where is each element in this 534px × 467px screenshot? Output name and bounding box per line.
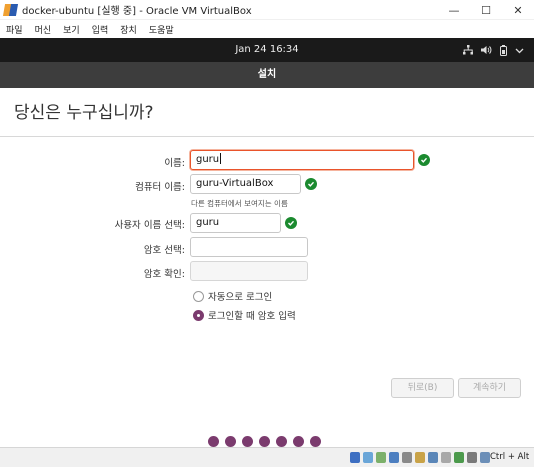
progress-dot (242, 436, 253, 447)
close-button[interactable]: ✕ (502, 0, 534, 20)
mouse-integration-icon[interactable] (467, 452, 477, 463)
computer-name-label: 컴퓨터 이름: (135, 182, 185, 193)
confirm-password-label: 암호 확인: (143, 269, 185, 280)
network-adapter-icon[interactable] (389, 452, 399, 463)
confirm-password-field[interactable] (190, 261, 308, 281)
computer-name-value: guru-VirtualBox (196, 178, 274, 189)
menu-view[interactable]: 보기 (63, 23, 80, 36)
password-field[interactable] (190, 237, 308, 257)
menu-help[interactable]: 도움말 (149, 23, 174, 36)
progress-dots (208, 436, 321, 447)
username-label: 사용자 이름 선택: (114, 220, 185, 231)
name-field[interactable]: guru (190, 150, 414, 170)
computer-name-field[interactable]: guru-VirtualBox (190, 174, 301, 194)
progress-dot (293, 436, 304, 447)
minimize-button[interactable]: — (438, 0, 470, 20)
virtualbox-app-icon (2, 3, 19, 17)
progress-dot (208, 436, 219, 447)
status-icons (350, 452, 490, 463)
host-key-indicator: Ctrl + Alt (490, 452, 530, 462)
progress-dot (276, 436, 287, 447)
require-password-option[interactable]: 로그인할 때 암호 입력 (193, 308, 296, 322)
gnome-top-bar: Jan 24 16:34 (0, 38, 534, 62)
vm-display[interactable]: Jan 24 16:34 설치 당신은 누구십니까? 이름: guru 컴퓨터 … (0, 38, 534, 447)
require-password-radio[interactable] (193, 309, 204, 321)
back-button[interactable]: 뒤로(B) (391, 378, 454, 398)
volume-icon (481, 46, 492, 54)
progress-dot (259, 436, 270, 447)
audio-icon[interactable] (376, 452, 386, 463)
auto-login-option[interactable]: 자동으로 로그인 (193, 289, 272, 303)
keyboard-icon[interactable] (480, 452, 490, 463)
network-icon (463, 45, 473, 55)
text-cursor (220, 153, 222, 164)
name-label: 이름: (164, 158, 185, 169)
auto-login-radio[interactable] (193, 290, 204, 302)
hard-disk-icon[interactable] (350, 452, 360, 463)
divider (0, 136, 534, 137)
recording-icon[interactable] (441, 452, 451, 463)
computer-name-hint: 다른 컴퓨터에서 보여지는 이름 (191, 199, 288, 208)
cpu-activity-icon[interactable] (454, 452, 464, 463)
installer-header: 설치 (0, 62, 534, 88)
auto-login-label: 자동으로 로그인 (208, 292, 273, 303)
require-password-label: 로그인할 때 암호 입력 (208, 311, 296, 322)
page-title: 당신은 누구십니까? (14, 103, 154, 123)
vbox-status-bar: Ctrl + Alt (0, 447, 534, 467)
progress-dot (310, 436, 321, 447)
menu-bar: 파일 머신 보기 입력 장치 도움말 (0, 20, 534, 38)
usb-icon[interactable] (402, 452, 412, 463)
window-title: docker-ubuntu [실행 중] - Oracle VM Virtual… (22, 6, 252, 17)
username-value: guru (196, 217, 220, 228)
password-label: 암호 선택: (143, 245, 185, 256)
menu-machine[interactable]: 머신 (35, 23, 52, 36)
name-valid-check-icon (418, 154, 430, 166)
window-titlebar: docker-ubuntu [실행 중] - Oracle VM Virtual… (0, 0, 534, 20)
menu-devices[interactable]: 장치 (120, 23, 137, 36)
name-value: guru (196, 154, 220, 165)
shared-folders-icon[interactable] (415, 452, 425, 463)
battery-icon (500, 44, 507, 56)
progress-dot (225, 436, 236, 447)
username-field[interactable]: guru (190, 213, 281, 233)
power-menu-icon (515, 48, 524, 53)
continue-button[interactable]: 계속하기 (458, 378, 521, 398)
menu-input[interactable]: 입력 (92, 23, 109, 36)
display-icon[interactable] (428, 452, 438, 463)
window-controls: — ☐ ✕ (438, 0, 534, 20)
system-tray[interactable] (463, 38, 524, 62)
menu-file[interactable]: 파일 (6, 23, 23, 36)
maximize-button[interactable]: ☐ (470, 0, 502, 20)
computer-name-valid-check-icon (305, 178, 317, 190)
clock[interactable]: Jan 24 16:34 (0, 38, 534, 62)
username-valid-check-icon (285, 217, 297, 229)
optical-drive-icon[interactable] (363, 452, 373, 463)
